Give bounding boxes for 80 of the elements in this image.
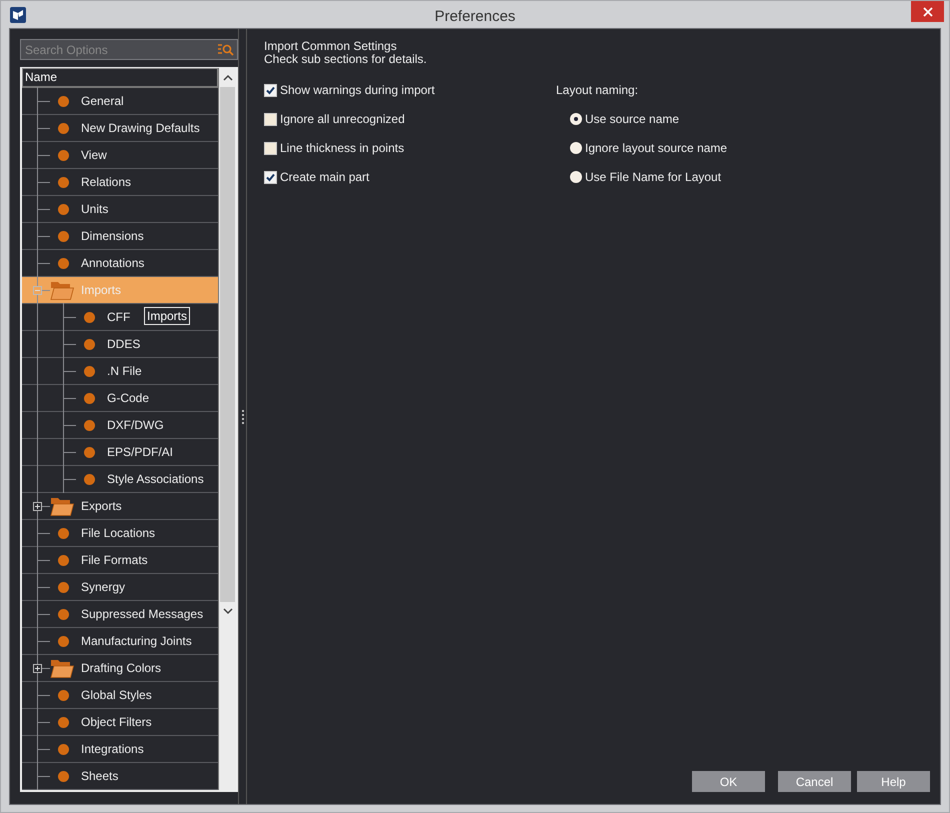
tree-item[interactable]: .N File bbox=[22, 358, 218, 385]
section-hint: Check sub sections for details. bbox=[264, 53, 428, 66]
bullet-icon bbox=[58, 528, 69, 538]
tree-item[interactable]: Dimensions bbox=[22, 223, 218, 250]
bullet-icon bbox=[58, 96, 69, 106]
close-icon[interactable] bbox=[922, 6, 932, 16]
bullet-icon bbox=[84, 338, 95, 350]
folder-icon bbox=[50, 280, 74, 300]
checkbox[interactable] bbox=[264, 170, 277, 184]
close-button[interactable] bbox=[911, 1, 944, 22]
tree-item[interactable]: File Formats bbox=[22, 547, 218, 574]
tree-item[interactable]: Integrations bbox=[22, 736, 218, 763]
folder-icon bbox=[50, 496, 74, 516]
window-title: Preferences bbox=[434, 8, 516, 25]
tree-item[interactable]: Units bbox=[22, 196, 218, 223]
bullet-icon bbox=[58, 690, 69, 700]
scrollbar[interactable] bbox=[219, 68, 236, 790]
checkbox[interactable] bbox=[264, 84, 277, 96]
radio-button[interactable] bbox=[570, 113, 582, 125]
tree-item[interactable]: Style Associations bbox=[22, 466, 218, 493]
tree-item[interactable]: G-Code bbox=[22, 385, 218, 412]
bullet-icon bbox=[58, 744, 69, 754]
checkbox[interactable] bbox=[264, 112, 277, 126]
tree-item[interactable]: Relations bbox=[22, 169, 218, 196]
bullet-icon bbox=[84, 420, 95, 430]
search-field[interactable]: Search Options bbox=[20, 39, 238, 60]
scroll-up-icon[interactable] bbox=[222, 74, 232, 81]
scroll-down-icon[interactable] bbox=[222, 608, 232, 615]
bullet-icon bbox=[84, 366, 95, 376]
tree-item[interactable]: EPS/PDF/AI bbox=[22, 439, 218, 466]
bullet-icon bbox=[58, 636, 69, 646]
bullet-icon bbox=[84, 446, 95, 458]
expand-icon[interactable] bbox=[33, 664, 42, 673]
bullet-icon bbox=[58, 150, 69, 160]
tree-item[interactable]: Object Filters bbox=[22, 709, 218, 736]
column-header[interactable]: Name bbox=[22, 68, 218, 88]
bullet-icon bbox=[58, 204, 69, 214]
section-title: Import Common Settings bbox=[264, 40, 398, 53]
radio-button[interactable] bbox=[570, 171, 582, 183]
bullet-icon bbox=[58, 258, 69, 268]
checkbox-label[interactable]: Create main part bbox=[280, 170, 370, 184]
app-logo-icon bbox=[10, 6, 26, 22]
tree-item[interactable]: New Drawing Defaults bbox=[22, 115, 218, 142]
checkbox-label[interactable]: Line thickness in points bbox=[280, 141, 404, 155]
tree-item[interactable]: Manufacturing Joints bbox=[22, 628, 218, 655]
splitter-handle[interactable] bbox=[238, 29, 247, 804]
tree-item[interactable]: Global Styles bbox=[22, 682, 218, 709]
checkbox-label[interactable]: Show warnings during import bbox=[280, 83, 435, 97]
tree-item[interactable]: General bbox=[22, 88, 218, 115]
tree-item[interactable]: Suppressed Messages bbox=[22, 601, 218, 628]
radio-label[interactable]: Ignore layout source name bbox=[585, 141, 728, 155]
tree-item[interactable]: File Locations bbox=[22, 520, 218, 547]
bullet-icon bbox=[58, 608, 69, 620]
tree-item[interactable]: Sheets bbox=[22, 763, 218, 790]
bullet-icon bbox=[58, 582, 69, 592]
bullet-icon bbox=[58, 230, 69, 242]
bullet-icon bbox=[84, 474, 95, 484]
bullet-icon bbox=[58, 554, 69, 566]
tree-item[interactable]: Exports bbox=[22, 493, 218, 520]
tooltip: Imports bbox=[144, 307, 190, 325]
radio-button[interactable] bbox=[570, 142, 582, 154]
bullet-icon bbox=[84, 312, 95, 322]
tree-item[interactable]: DDES bbox=[22, 331, 218, 358]
search-icon[interactable] bbox=[218, 44, 234, 56]
tree-item[interactable]: Drafting Colors bbox=[22, 655, 218, 682]
checkbox-label[interactable]: Ignore all unrecognized bbox=[280, 112, 405, 126]
radio-label[interactable]: Use source name bbox=[585, 112, 680, 126]
bullet-icon bbox=[58, 176, 69, 188]
group-label: Layout naming: bbox=[556, 83, 640, 97]
radio-label[interactable]: Use File Name for Layout bbox=[585, 170, 722, 184]
folder-icon bbox=[50, 658, 74, 678]
bullet-icon bbox=[58, 716, 69, 728]
bullet-icon bbox=[58, 122, 69, 134]
expand-icon[interactable] bbox=[33, 502, 42, 511]
tree-item[interactable]: DXF/DWG bbox=[22, 412, 218, 439]
tree-item[interactable]: View bbox=[22, 142, 218, 169]
tree-item[interactable]: Synergy bbox=[22, 574, 218, 601]
bullet-icon bbox=[58, 770, 69, 782]
checkbox[interactable] bbox=[264, 142, 277, 154]
bullet-icon bbox=[84, 392, 95, 404]
